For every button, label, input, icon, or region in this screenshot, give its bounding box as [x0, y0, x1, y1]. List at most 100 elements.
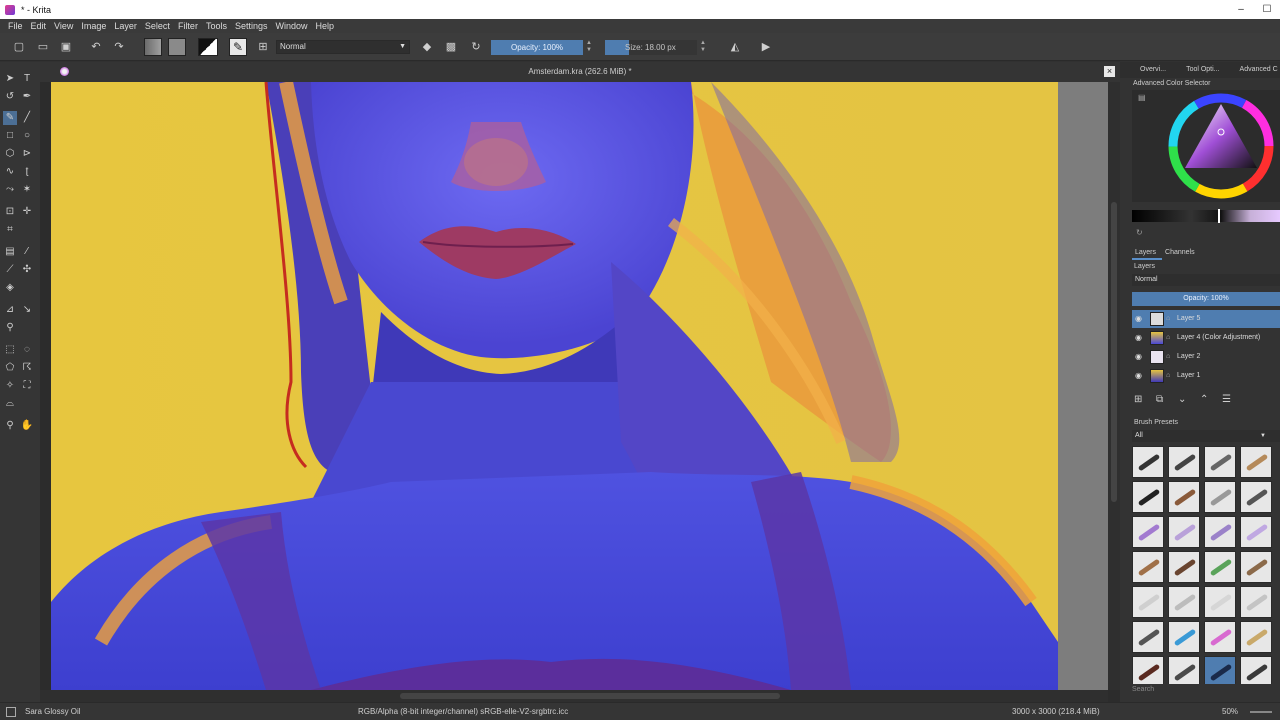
- brush-preset[interactable]: [1204, 551, 1236, 583]
- lock-icon[interactable]: ⌂: [1166, 310, 1170, 328]
- brush-search-input[interactable]: Search: [1132, 686, 1154, 693]
- eye-icon[interactable]: ◉: [1135, 348, 1142, 366]
- assistant-tool-icon[interactable]: ⊿: [3, 303, 17, 317]
- duplicate-layer-icon[interactable]: ⧉: [1156, 392, 1163, 408]
- lock-icon[interactable]: ⌂: [1166, 348, 1170, 366]
- brush-preset[interactable]: [1132, 586, 1164, 618]
- maximize-button[interactable]: ☐: [1254, 0, 1280, 19]
- brush-preset[interactable]: [1204, 516, 1236, 548]
- size-slider[interactable]: Size: 18.00 px: [605, 40, 697, 55]
- text-tool-icon[interactable]: T: [20, 72, 34, 86]
- bezier-tool-icon[interactable]: ∿: [3, 165, 17, 179]
- brush-preset[interactable]: [1204, 446, 1236, 478]
- size-spinner[interactable]: ▲ ▼: [699, 40, 707, 55]
- brush-preset[interactable]: [1240, 481, 1272, 513]
- brush-preset[interactable]: [1240, 586, 1272, 618]
- freehand-select-icon[interactable]: ☈: [20, 361, 34, 375]
- lock-icon[interactable]: ⌂: [1166, 329, 1170, 347]
- opacity-slider[interactable]: Opacity: 100%: [491, 40, 583, 55]
- reference-tool-icon[interactable]: ⚲: [3, 321, 17, 335]
- brush-preset[interactable]: [1168, 621, 1200, 653]
- brush-preset[interactable]: [1240, 621, 1272, 653]
- refresh-icon[interactable]: ↻: [1136, 228, 1144, 237]
- tab-overview[interactable]: Overvi...: [1120, 62, 1166, 78]
- tab-advanced-color[interactable]: Advanced C: [1220, 62, 1278, 78]
- brush-preset[interactable]: [1240, 516, 1272, 548]
- brush-preset[interactable]: [1132, 516, 1164, 548]
- zoom-level[interactable]: 50%: [1222, 703, 1238, 720]
- measure-tool-icon[interactable]: ↘: [20, 303, 34, 317]
- redo-icon[interactable]: ↷: [112, 40, 126, 54]
- smart-patch-icon[interactable]: ✣: [20, 263, 34, 277]
- menu-edit[interactable]: Edit: [27, 21, 51, 31]
- gradient-swatch[interactable]: [144, 38, 162, 56]
- calligraphy-icon[interactable]: ✒: [20, 90, 34, 104]
- blend-mode-select[interactable]: Normal ▼: [276, 40, 410, 54]
- layer-row[interactable]: ◉ ⌂ Layer 5: [1132, 310, 1280, 328]
- menu-settings[interactable]: Settings: [231, 21, 272, 31]
- select-shapes-icon[interactable]: ➤: [3, 72, 17, 86]
- menu-tools[interactable]: Tools: [202, 21, 231, 31]
- crop-transform-icon[interactable]: ⊡: [3, 205, 17, 219]
- layer-opacity-slider[interactable]: Opacity: 100%: [1132, 292, 1280, 306]
- brush-preset[interactable]: [1204, 621, 1236, 653]
- fill-tool-icon[interactable]: ◈: [3, 281, 17, 295]
- reload-preset-icon[interactable]: ↻: [469, 40, 483, 54]
- gradient-tool-icon[interactable]: ▤: [3, 245, 17, 259]
- opacity-spinner[interactable]: ▲ ▼: [585, 40, 593, 55]
- preserve-alpha-icon[interactable]: ▩: [444, 40, 458, 54]
- eye-icon[interactable]: ◉: [1135, 310, 1142, 328]
- grid-icon[interactable]: ⊞: [256, 40, 270, 54]
- similar-select-icon[interactable]: ⛶: [20, 379, 34, 393]
- mirror-horizontal-icon[interactable]: ◭: [728, 40, 742, 54]
- menu-file[interactable]: File: [4, 21, 27, 31]
- menu-image[interactable]: Image: [77, 21, 110, 31]
- layer-properties-icon[interactable]: ☰: [1222, 392, 1231, 408]
- dynamic-brush-icon[interactable]: ⤳: [3, 183, 17, 197]
- brush-preset[interactable]: [1132, 621, 1164, 653]
- colorize-mask-icon[interactable]: ⟋: [3, 263, 17, 277]
- menu-window[interactable]: Window: [271, 21, 311, 31]
- zoom-tool-icon[interactable]: ⚲: [3, 419, 17, 433]
- pattern-swatch[interactable]: [168, 38, 186, 56]
- undo-icon[interactable]: ↶: [89, 40, 103, 54]
- menu-filter[interactable]: Filter: [174, 21, 202, 31]
- brush-preset[interactable]: [1132, 446, 1164, 478]
- brush-preset-selected[interactable]: [1204, 656, 1236, 684]
- zoom-slider[interactable]: [1250, 711, 1272, 713]
- brush-tag-select[interactable]: All ▼: [1132, 430, 1280, 442]
- freehand-path-icon[interactable]: ʈ: [20, 165, 34, 179]
- current-brush-icon[interactable]: [6, 707, 16, 717]
- move-tool-icon[interactable]: ✛: [20, 205, 34, 219]
- open-folder-icon[interactable]: ▭: [36, 40, 50, 54]
- new-document-icon[interactable]: ▢: [12, 40, 26, 54]
- minimize-button[interactable]: –: [1228, 0, 1254, 19]
- layer-row[interactable]: ◉ ⌂ Layer 2: [1132, 348, 1280, 366]
- mirror-vertical-icon[interactable]: ▶: [759, 40, 773, 54]
- canvas[interactable]: [51, 82, 1058, 690]
- eye-icon[interactable]: ◉: [1135, 367, 1142, 385]
- rectangle-tool-icon[interactable]: □: [3, 129, 17, 143]
- menu-view[interactable]: View: [50, 21, 77, 31]
- brush-preset[interactable]: [1132, 481, 1164, 513]
- ellipse-select-icon[interactable]: ◌: [20, 343, 34, 357]
- edit-shapes-icon[interactable]: ↺: [3, 90, 17, 104]
- menu-layer[interactable]: Layer: [110, 21, 141, 31]
- freehand-brush-icon[interactable]: ✎: [3, 111, 17, 125]
- bezier-select-icon[interactable]: ⌓: [3, 397, 17, 411]
- selector-menu-icon[interactable]: ▤: [1138, 94, 1146, 102]
- polygon-tool-icon[interactable]: ⬡: [3, 147, 17, 161]
- multibrush-icon[interactable]: ✶: [20, 183, 34, 197]
- layer-row[interactable]: ◉ ⌂ Layer 4 (Color Adjustment): [1132, 329, 1280, 347]
- brush-preset[interactable]: [1204, 586, 1236, 618]
- crop-tool-icon[interactable]: ⌗: [3, 223, 17, 237]
- layer-blend-select[interactable]: Normal: [1132, 274, 1280, 286]
- brush-preset[interactable]: [1168, 656, 1200, 684]
- brush-preset[interactable]: [1204, 481, 1236, 513]
- polygon-select-icon[interactable]: ⬠: [3, 361, 17, 375]
- layer-row[interactable]: ◉ ⌂ Layer 1: [1132, 367, 1280, 385]
- lock-icon[interactable]: ⌂: [1166, 367, 1170, 385]
- menu-select[interactable]: Select: [141, 21, 174, 31]
- brush-preset[interactable]: [1168, 481, 1200, 513]
- move-layer-up-icon[interactable]: ⌃: [1200, 392, 1208, 408]
